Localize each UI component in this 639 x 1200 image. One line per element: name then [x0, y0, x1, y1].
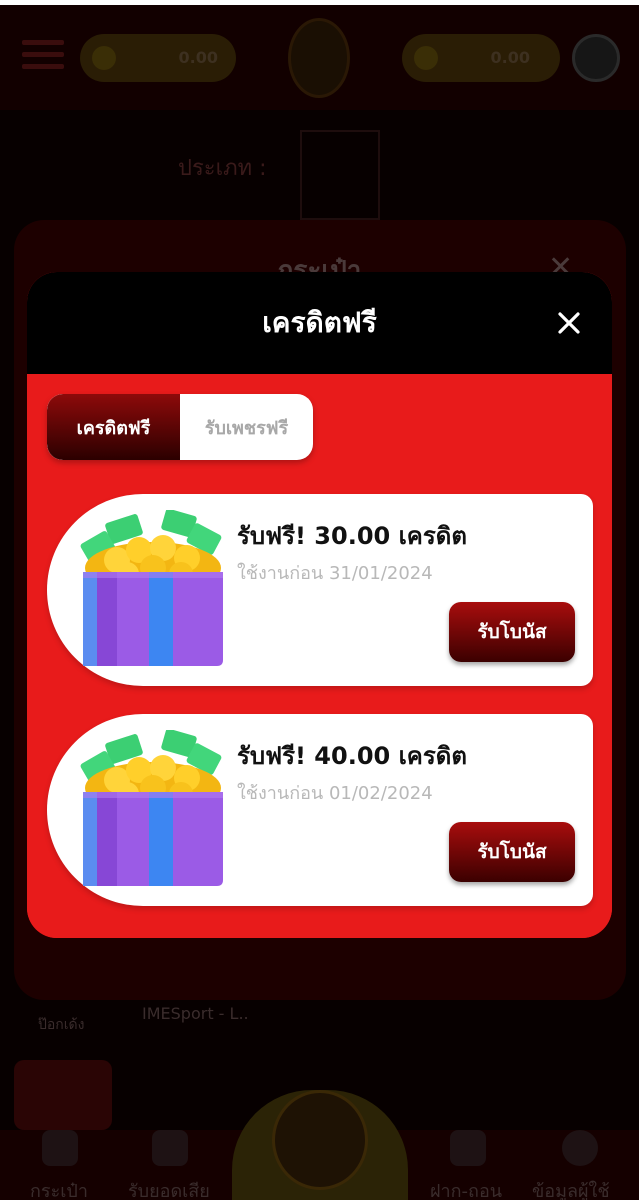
- bonus-card: รับฟรี! 30.00 เครดิต ใช้งานก่อน 31/01/20…: [47, 494, 593, 686]
- close-icon: [558, 312, 580, 334]
- modal-title: เครดิตฟรี: [262, 306, 377, 339]
- tab-free-diamonds[interactable]: รับเพชรฟรี: [180, 394, 313, 460]
- bonus-card: รับฟรี! 40.00 เครดิต ใช้งานก่อน 01/02/20…: [47, 714, 593, 906]
- provider-label: IMESport - L..: [142, 1004, 249, 1023]
- balance-pill-left: 0.00: [80, 34, 236, 82]
- tab-switcher: เครดิตฟรี รับเพชรฟรี: [47, 394, 313, 460]
- rebate-icon: [152, 1130, 188, 1166]
- claim-bonus-button[interactable]: รับโบนัส: [449, 602, 575, 662]
- hexagon-decoration: [300, 130, 380, 220]
- nav-profile-label: ข้อมูลผู้ใช้: [532, 1181, 610, 1200]
- avatar: [572, 34, 620, 82]
- balance-right-value: 0.00: [490, 48, 530, 67]
- user-profile-icon: [562, 1130, 598, 1166]
- wallet-icon: [42, 1130, 78, 1166]
- deposit-withdraw-icon: [450, 1130, 486, 1166]
- gift-box-icon: [80, 510, 223, 666]
- nav-deposit-label: ฝาก-ถอน: [430, 1181, 503, 1200]
- balance-left-value: 0.00: [178, 48, 218, 67]
- bonus-title: รับฟรี! 30.00 เครดิต: [237, 522, 467, 550]
- coin-icon: [92, 46, 116, 70]
- bonus-expiry: ใช้งานก่อน 01/02/2024: [237, 783, 433, 804]
- type-label: ประเภท :: [178, 156, 267, 181]
- modal-header: เครดิตฟรี: [27, 272, 612, 374]
- tab-free-credit[interactable]: เครดิตฟรี: [47, 394, 180, 460]
- diamond-icon: [414, 46, 438, 70]
- game-label: ป๊อกเด้ง: [38, 1017, 85, 1033]
- brand-logo: [288, 18, 350, 98]
- nav-rebate-label: รับยอดเสีย: [128, 1181, 210, 1200]
- claim-bonus-button[interactable]: รับโบนัส: [449, 822, 575, 882]
- nav-wallet-label: กระเป๋า: [30, 1181, 88, 1200]
- menu-icon: [22, 40, 64, 72]
- gift-box-icon: [80, 730, 223, 886]
- balance-pill-right: 0.00: [402, 34, 560, 82]
- bonus-expiry: ใช้งานก่อน 31/01/2024: [237, 563, 433, 584]
- close-button[interactable]: [552, 306, 586, 340]
- bonus-title: รับฟรี! 40.00 เครดิต: [237, 742, 467, 770]
- modal-body: เครดิตฟรี รับเพชรฟรี รับฟรี! 30.00 เครดิ…: [27, 374, 612, 938]
- center-logo: [272, 1090, 368, 1190]
- free-credit-modal: เครดิตฟรี เครดิตฟรี รับเพชรฟรี รับฟรี! 3…: [27, 272, 612, 938]
- promo-banner: [14, 1060, 112, 1130]
